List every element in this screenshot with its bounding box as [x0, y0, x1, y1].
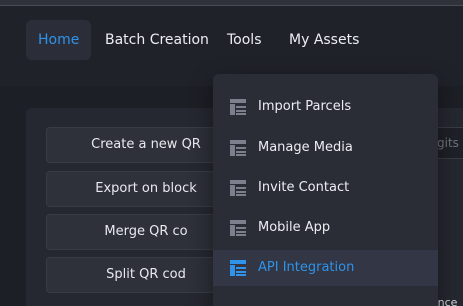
background-field-hint: gits t — [437, 136, 463, 150]
menu-item-label: Mobile App — [258, 220, 331, 235]
menu-item-label: Import Parcels — [258, 99, 352, 114]
menu-item-label: Manage Media — [258, 140, 353, 155]
menu-item-label: Invite Contact — [258, 180, 350, 195]
layout-icon — [230, 99, 246, 115]
nav-home[interactable]: Home — [26, 20, 92, 60]
layout-icon — [230, 180, 246, 196]
layout-icon — [230, 220, 246, 236]
menu-item-invite-contact[interactable]: Invite Contact — [213, 170, 438, 206]
menu-item-api-integration[interactable]: API Integration — [213, 250, 438, 286]
menu-item-manage-media[interactable]: Manage Media — [213, 130, 438, 166]
layout-icon — [230, 140, 246, 156]
nav-tools[interactable]: Tools — [215, 20, 274, 60]
tools-dropdown-menu: Import Parcels Manage Media Invite Conta… — [213, 74, 438, 306]
menu-item-label: API Integration — [258, 260, 355, 275]
menu-item-import-parcels[interactable]: Import Parcels — [213, 89, 438, 125]
layout-icon — [230, 260, 246, 276]
nav-my-assets[interactable]: My Assets — [277, 20, 371, 60]
menu-item-mobile-app[interactable]: Mobile App — [213, 210, 438, 246]
nav-batch-creation[interactable]: Batch Creation — [93, 20, 221, 60]
